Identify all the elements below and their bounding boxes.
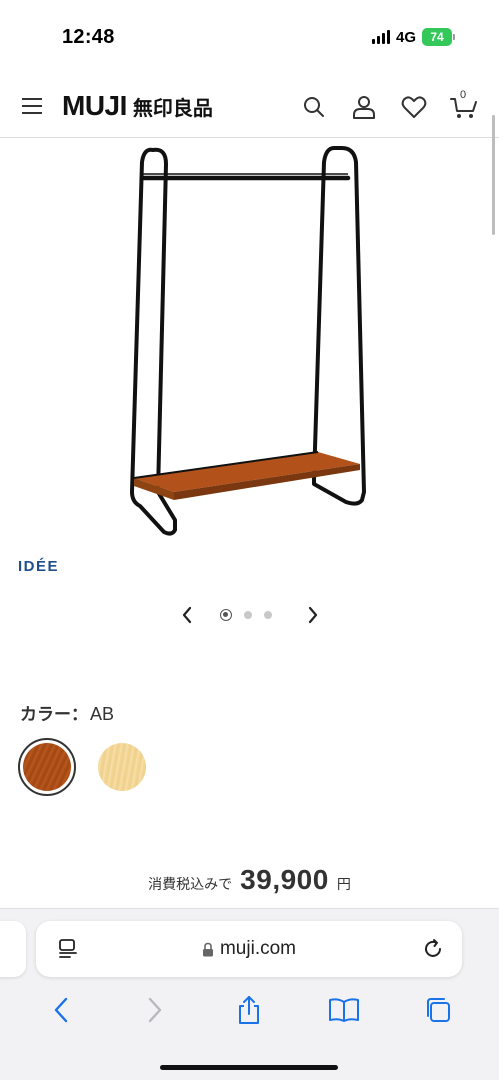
account-icon[interactable] xyxy=(349,92,379,122)
forward-icon[interactable] xyxy=(135,993,175,1027)
status-indicators: 4G 74 xyxy=(371,28,455,46)
search-icon[interactable] xyxy=(299,92,329,122)
carousel-dot[interactable] xyxy=(244,611,252,619)
battery-level: 74 xyxy=(422,28,452,46)
clothes-rack-illustration xyxy=(130,146,366,536)
network-type: 4G xyxy=(395,28,416,46)
url-display[interactable]: muji.com xyxy=(36,938,462,960)
address-bar[interactable]: muji.com xyxy=(36,921,462,977)
share-icon[interactable] xyxy=(229,993,269,1027)
logo-latin: MUJI xyxy=(62,90,127,121)
status-time: 12:48 xyxy=(62,26,115,48)
image-carousel-nav xyxy=(170,600,330,630)
browser-chrome: muji.com xyxy=(0,908,499,1080)
battery-icon: 74 xyxy=(422,28,455,46)
cart-icon[interactable]: 0 xyxy=(449,89,479,122)
home-indicator[interactable] xyxy=(160,1065,338,1070)
swatch-ab[interactable] xyxy=(18,738,76,796)
reload-icon[interactable] xyxy=(420,936,446,962)
page-scrollbar[interactable] xyxy=(492,115,495,235)
signal-icon xyxy=(371,30,390,44)
bookmarks-icon[interactable] xyxy=(324,993,364,1027)
muji-logo[interactable]: MUJI 無印良品 xyxy=(62,90,213,122)
color-label-text: カラー： xyxy=(20,705,88,725)
carousel-dot[interactable] xyxy=(264,611,272,619)
swatch-natural[interactable] xyxy=(98,743,146,791)
carousel-dot-active[interactable] xyxy=(220,609,232,621)
cart-count: 0 xyxy=(460,89,467,101)
lock-icon xyxy=(202,942,214,957)
color-label: カラー： AB xyxy=(20,700,114,725)
status-bar: 12:48 4G 74 xyxy=(0,0,499,70)
price-value: 39,900 xyxy=(240,864,329,895)
favorite-heart-icon[interactable] xyxy=(399,92,429,122)
browser-toolbar xyxy=(0,993,499,1027)
menu-icon[interactable] xyxy=(22,98,42,114)
brand-label[interactable]: IDÉE xyxy=(18,558,59,575)
header-actions: 0 xyxy=(299,89,479,122)
color-swatches xyxy=(18,738,146,796)
product-image[interactable] xyxy=(120,140,380,545)
chevron-right-icon[interactable] xyxy=(302,604,324,626)
site-header: MUJI 無印良品 0 xyxy=(0,72,499,138)
url-text: muji.com xyxy=(219,938,296,959)
swatch-ab-color xyxy=(23,743,71,791)
tabs-icon[interactable] xyxy=(418,993,458,1027)
price-unit: 円 xyxy=(336,877,351,893)
price-note: 消費税込みで xyxy=(148,877,233,893)
previous-tab-preview[interactable] xyxy=(0,921,26,977)
chevron-left-icon[interactable] xyxy=(176,604,198,626)
price-row: 消費税込みで 39,900 円 xyxy=(0,864,499,896)
carousel-dots xyxy=(220,609,272,621)
color-selected-value: AB xyxy=(90,704,115,724)
back-icon[interactable] xyxy=(41,993,81,1027)
logo-kanji: 無印良品 xyxy=(132,96,213,120)
